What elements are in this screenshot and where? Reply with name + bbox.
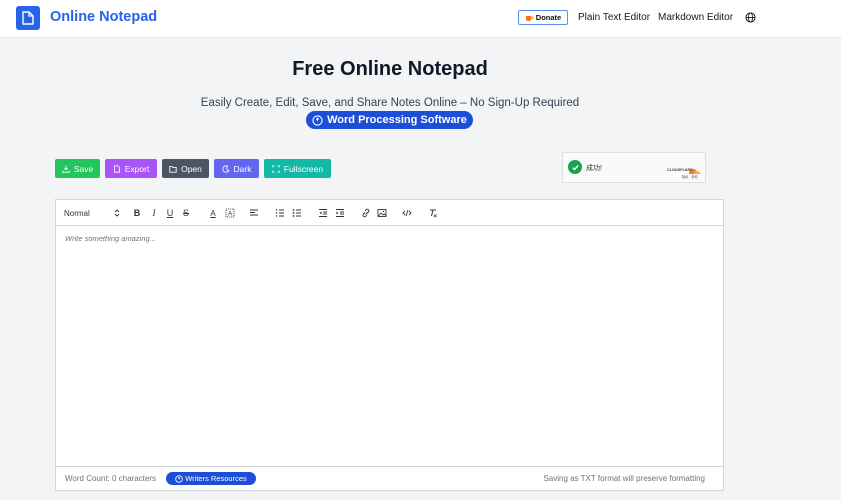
donate-button[interactable]: Donate <box>518 10 568 25</box>
info-circle-icon <box>312 114 323 126</box>
page-title: Free Online Notepad <box>292 58 488 80</box>
info-circle-icon <box>175 474 183 483</box>
captcha-links[interactable]: 隐私 · 条款 <box>682 174 698 179</box>
open-button[interactable]: Open <box>162 159 209 178</box>
format-note: Saving as TXT format will preserve forma… <box>543 474 705 483</box>
top-nav: Online Notepad Donate Plain Text Editor … <box>0 0 841 38</box>
document-icon[interactable] <box>16 6 40 30</box>
link-icon[interactable] <box>361 207 371 219</box>
cloudflare-brand: CLOUDFLARE <box>667 168 693 172</box>
underline-icon[interactable]: U <box>165 207 175 219</box>
word-processing-label: Word Processing Software <box>327 114 467 126</box>
brand-title[interactable]: Online Notepad <box>50 9 157 25</box>
file-icon <box>113 164 120 173</box>
code-icon[interactable] <box>402 207 412 219</box>
font-color-icon[interactable]: A <box>208 207 218 219</box>
image-icon[interactable] <box>377 207 387 219</box>
export-button[interactable]: Export <box>105 159 157 178</box>
bullet-list-icon[interactable] <box>292 207 302 219</box>
highlight-icon[interactable]: A <box>225 207 235 219</box>
download-icon <box>62 165 70 173</box>
editor-footer: Word Count: 0 characters Writers Resourc… <box>56 466 723 490</box>
checkmark-icon <box>568 160 582 174</box>
editor-toolbar: Normal B I U S A A <box>56 200 723 226</box>
captcha-widget[interactable]: 成功! CLOUDFLARE 隐私 · 条款 <box>562 152 706 183</box>
folder-icon <box>169 165 177 173</box>
donate-label: Donate <box>535 13 562 22</box>
editor-placeholder[interactable]: Write something amazing... <box>65 234 156 243</box>
nav-plain-text-editor[interactable]: Plain Text Editor <box>578 12 650 23</box>
bold-icon[interactable]: B <box>132 207 142 219</box>
nav-markdown-editor[interactable]: Markdown Editor <box>658 12 733 23</box>
indent-icon[interactable] <box>335 207 345 219</box>
moon-icon <box>221 164 230 173</box>
word-processing-link[interactable]: Word Processing Software <box>306 111 473 129</box>
captcha-status: 成功! <box>586 165 602 172</box>
page-subtitle: Easily Create, Edit, Save, and Share Not… <box>200 97 580 109</box>
globe-icon[interactable] <box>745 12 756 23</box>
save-button[interactable]: Save <box>55 159 100 178</box>
outdent-icon[interactable] <box>318 207 328 219</box>
clear-format-icon[interactable] <box>428 207 438 219</box>
chevron-updown-icon <box>114 209 120 217</box>
header-select[interactable]: Normal <box>64 207 120 219</box>
editor: Normal B I U S A A Write something amazi… <box>55 199 724 491</box>
word-count: Word Count: 0 characters <box>65 474 157 483</box>
align-icon[interactable] <box>249 207 259 219</box>
coffee-icon <box>525 15 534 21</box>
expand-icon <box>272 164 280 173</box>
dark-mode-button[interactable]: Dark <box>214 159 259 178</box>
fullscreen-button[interactable]: Fullscreen <box>264 159 331 178</box>
ordered-list-icon[interactable] <box>275 207 285 219</box>
writers-resources-link[interactable]: Writers Resources <box>166 472 256 485</box>
strike-icon[interactable]: S <box>181 207 191 219</box>
italic-icon[interactable]: I <box>149 207 159 219</box>
svg-text:A: A <box>228 211 233 218</box>
